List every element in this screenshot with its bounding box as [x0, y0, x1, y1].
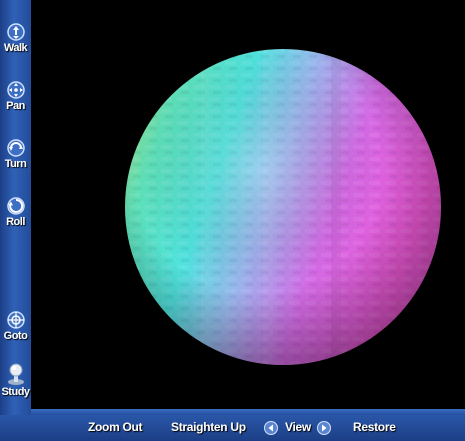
turn-button[interactable]: Turn [0, 138, 31, 170]
arrow-right-icon[interactable] [317, 421, 331, 435]
study-label: Study [1, 386, 30, 398]
pan-button[interactable]: Pan [0, 80, 31, 112]
navigation-toolbar: Walk Pan Turn Roll Goto Study [0, 0, 31, 441]
bottom-navbar: Zoom Out Straighten Up View Restore [0, 415, 465, 441]
walk-button[interactable]: Walk [0, 22, 31, 54]
roll-label: Roll [6, 216, 25, 228]
zoom-out-button[interactable]: Zoom Out [88, 420, 143, 434]
roll-icon [6, 197, 25, 215]
3d-viewport[interactable] [31, 0, 465, 415]
roll-button[interactable]: Roll [0, 196, 31, 228]
walk-icon [6, 23, 25, 41]
straighten-up-button[interactable]: Straighten Up [171, 420, 246, 434]
turn-label: Turn [4, 158, 27, 170]
goto-icon [6, 311, 25, 329]
view-label[interactable]: View [285, 420, 311, 434]
restore-button[interactable]: Restore [353, 420, 396, 434]
turn-icon [6, 139, 25, 157]
study-button[interactable]: Study [0, 362, 31, 398]
arrow-left-icon[interactable] [264, 421, 278, 435]
pan-label: Pan [6, 100, 25, 112]
goto-label: Goto [3, 330, 28, 342]
study-icon [7, 363, 24, 385]
sphere-render[interactable] [31, 0, 465, 415]
walk-label: Walk [3, 42, 28, 54]
pan-icon [6, 81, 25, 99]
goto-button[interactable]: Goto [0, 310, 31, 342]
